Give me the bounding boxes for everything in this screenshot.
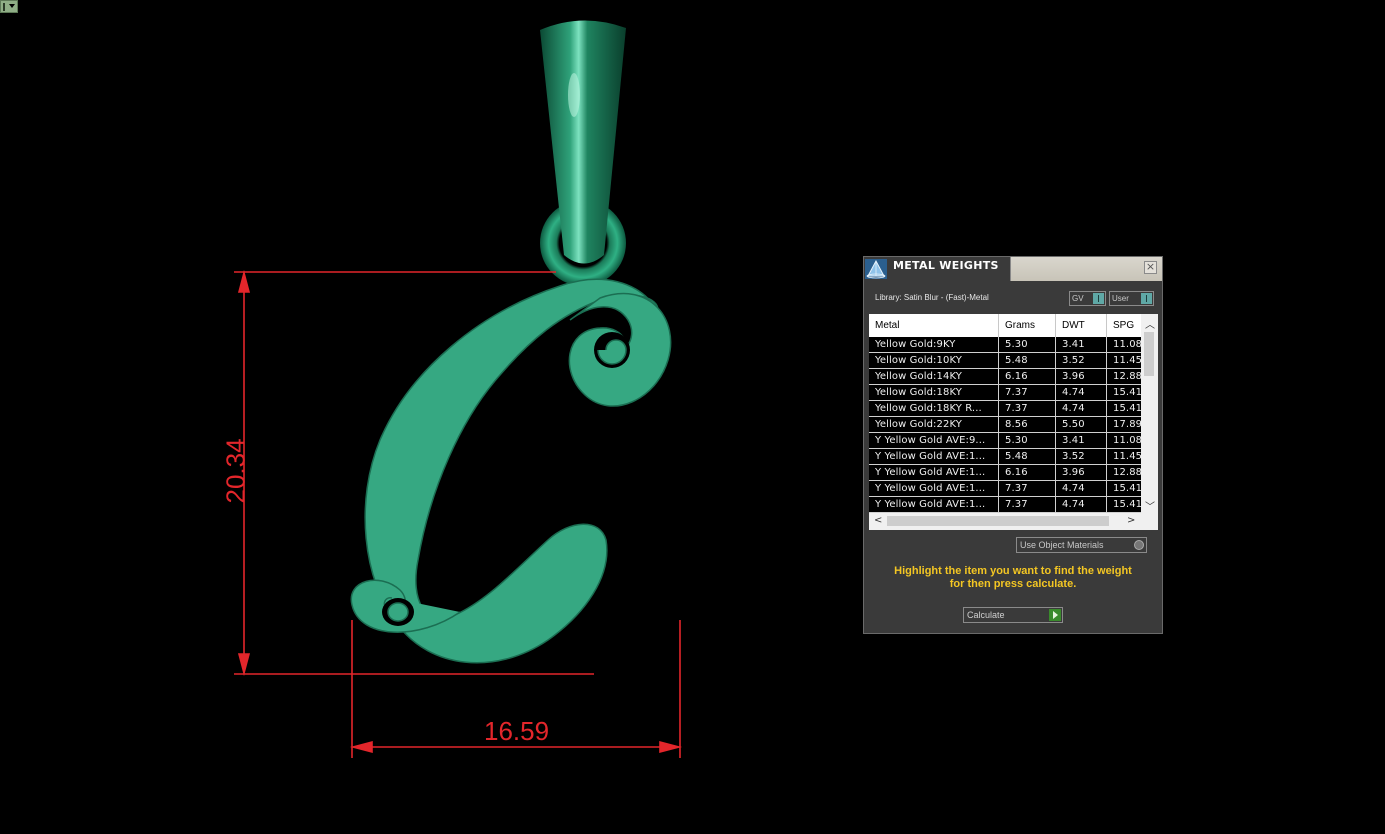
table-row[interactable]: Yellow Gold:18KY 7.37 4.74 15.41 (869, 385, 1147, 401)
column-header-metal[interactable]: Metal (869, 314, 999, 337)
grams-cell: 7.37 (999, 497, 1056, 512)
table-body: Yellow Gold:9KY 5.30 3.41 11.08 Yellow Gold:… (869, 337, 1147, 513)
grams-cell: 5.48 (999, 449, 1056, 464)
3d-viewport[interactable]: 20.34 16.59 (0, 0, 1385, 834)
vertical-scroll-thumb[interactable] (1144, 332, 1154, 376)
dwt-cell: 4.74 (1056, 481, 1107, 496)
dwt-cell: 4.74 (1056, 497, 1107, 512)
gv-toggle[interactable]: GV (1069, 291, 1106, 306)
pyramid-logo-icon (865, 259, 887, 279)
grams-cell: 7.37 (999, 481, 1056, 496)
dwt-cell: 4.74 (1056, 385, 1107, 400)
horizontal-scroll-thumb[interactable] (887, 516, 1109, 526)
table-row[interactable]: Y Yellow Gold AVE:9... 5.30 3.41 11.08 (869, 433, 1147, 449)
calculate-label: Calculate (967, 610, 1005, 620)
panel-title-tab: METAL WEIGHTS (864, 257, 1011, 281)
use-object-materials-toggle[interactable]: Use Object Materials (1016, 537, 1147, 553)
grams-cell: 5.48 (999, 353, 1056, 368)
metal-table: Metal Grams DWT SPG Yellow Gold:9KY 5.30 3… (869, 314, 1158, 530)
table-row[interactable]: Yellow Gold:22KY 8.56 5.50 17.89 (869, 417, 1147, 433)
gv-toggle-label: GV (1072, 294, 1084, 303)
table-row[interactable]: Yellow Gold:18KY R... 7.37 4.74 15.41 (869, 401, 1147, 417)
library-label: Library: Satin Blur - (Fast)-Metal (875, 293, 989, 302)
metal-cell: Yellow Gold:9KY (869, 337, 999, 352)
column-header-grams[interactable]: Grams (999, 314, 1056, 337)
metal-cell: Y Yellow Gold AVE:9... (869, 433, 999, 448)
panel-title: METAL WEIGHTS (893, 259, 999, 272)
scroll-down-icon[interactable]: ﹀ (1145, 498, 1155, 513)
dwt-cell: 3.96 (1056, 369, 1107, 384)
instruction-line-1: Highlight the item you want to find the … (894, 565, 1132, 577)
grams-cell: 5.30 (999, 337, 1056, 352)
table-row[interactable]: Y Yellow Gold AVE:1... 7.37 4.74 15.41 (869, 497, 1147, 513)
use-object-materials-label: Use Object Materials (1020, 540, 1104, 550)
panel-titlebar[interactable]: METAL WEIGHTS × (864, 257, 1162, 281)
scroll-up-icon[interactable]: ︿ (1145, 316, 1155, 331)
width-dimension-label: 16.59 (484, 716, 550, 746)
table-row[interactable]: Yellow Gold:14KY 6.16 3.96 12.88 (869, 369, 1147, 385)
scroll-right-icon[interactable]: > (1127, 515, 1135, 526)
metal-cell: Y Yellow Gold AVE:1... (869, 497, 999, 512)
table-row[interactable]: Y Yellow Gold AVE:1... 5.48 3.52 11.45 (869, 449, 1147, 465)
dwt-cell: 5.50 (1056, 417, 1107, 432)
user-toggle-label: User (1112, 294, 1129, 303)
dwt-cell: 3.41 (1056, 337, 1107, 352)
grams-cell: 6.16 (999, 369, 1056, 384)
metal-cell: Yellow Gold:10KY (869, 353, 999, 368)
metal-cell: Y Yellow Gold AVE:1... (869, 465, 999, 480)
instruction-text: Highlight the item you want to find the … (864, 565, 1162, 591)
dwt-cell: 4.74 (1056, 401, 1107, 416)
dwt-cell: 3.96 (1056, 465, 1107, 480)
dwt-cell: 3.52 (1056, 449, 1107, 464)
table-row[interactable]: Y Yellow Gold AVE:1... 7.37 4.74 15.41 (869, 481, 1147, 497)
close-button[interactable]: × (1144, 261, 1157, 274)
grams-cell: 6.16 (999, 465, 1056, 480)
radio-knob-icon (1134, 540, 1144, 550)
metal-cell: Y Yellow Gold AVE:1... (869, 449, 999, 464)
table-row[interactable]: Y Yellow Gold AVE:1... 6.16 3.96 12.88 (869, 465, 1147, 481)
grams-cell: 8.56 (999, 417, 1056, 432)
metal-weights-panel: METAL WEIGHTS × Library: Satin Blur - (F… (863, 256, 1163, 634)
grams-cell: 7.37 (999, 385, 1056, 400)
height-dimension-label: 20.34 (220, 438, 251, 504)
table-row[interactable]: Yellow Gold:9KY 5.30 3.41 11.08 (869, 337, 1147, 353)
metal-cell: Yellow Gold:22KY (869, 417, 999, 432)
column-header-dwt[interactable]: DWT (1056, 314, 1107, 337)
user-toggle-switch-icon (1141, 293, 1152, 304)
horizontal-scrollbar[interactable]: < > (869, 513, 1158, 530)
metal-cell: Y Yellow Gold AVE:1... (869, 481, 999, 496)
metal-cell: Yellow Gold:14KY (869, 369, 999, 384)
grams-cell: 7.37 (999, 401, 1056, 416)
metal-cell: Yellow Gold:18KY (869, 385, 999, 400)
table-header: Metal Grams DWT SPG (869, 314, 1141, 337)
viewport-scene (234, 20, 683, 758)
grams-cell: 5.30 (999, 433, 1056, 448)
user-toggle[interactable]: User (1109, 291, 1154, 306)
scroll-left-icon[interactable]: < (874, 515, 882, 526)
calculate-button[interactable]: Calculate (963, 607, 1063, 623)
vertical-scrollbar[interactable]: ︿ ﹀ (1141, 314, 1158, 513)
gv-toggle-switch-icon (1093, 293, 1104, 304)
instruction-line-2: for then press calculate. (949, 578, 1077, 590)
dwt-cell: 3.52 (1056, 353, 1107, 368)
metal-cell: Yellow Gold:18KY R... (869, 401, 999, 416)
table-row[interactable]: Yellow Gold:10KY 5.48 3.52 11.45 (869, 353, 1147, 369)
letter-g-shape (350, 278, 672, 664)
play-icon (1049, 609, 1061, 621)
dwt-cell: 3.41 (1056, 433, 1107, 448)
